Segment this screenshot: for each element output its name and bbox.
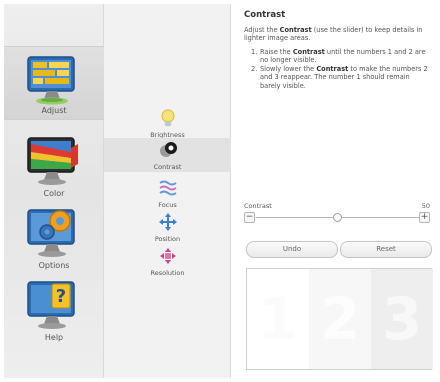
sub-label-contrast: Contrast: [153, 163, 182, 171]
sub-label-focus: Focus: [158, 201, 177, 209]
page-title: Contrast: [244, 10, 286, 20]
contrast-slider-thumb[interactable]: [333, 213, 342, 222]
nav-label-adjust: Adjust: [41, 106, 67, 115]
monitor-options-icon: [27, 209, 75, 257]
focus-icon: [159, 180, 177, 196]
step-2-number: 2.: [251, 64, 258, 73]
description-text: Adjust the: [244, 26, 280, 34]
pattern-cell-2: 2: [309, 269, 371, 369]
sub-item-position[interactable]: Position: [104, 210, 231, 244]
undo-button[interactable]: Undo: [246, 241, 338, 258]
pattern-cell-1: 1: [247, 269, 309, 369]
step-2-text: Slowly lower the: [260, 64, 317, 73]
contrast-icon: [160, 142, 177, 157]
sub-item-focus[interactable]: Focus: [104, 176, 231, 210]
brightness-icon: [161, 109, 175, 126]
position-icon: [159, 213, 177, 231]
step-1-bold: Contrast: [292, 48, 325, 56]
nav-item-options[interactable]: Options: [4, 200, 104, 274]
reset-button[interactable]: Reset: [340, 241, 432, 258]
pattern-digit-3: 3: [381, 285, 423, 353]
step-2-bold: Contrast: [316, 64, 349, 73]
contrast-test-pattern: 1 2 3: [246, 268, 433, 370]
slider-increase-button[interactable]: +: [419, 212, 430, 223]
nav-label-help: Help: [44, 333, 64, 342]
monitor-help-icon: ?: [27, 281, 75, 329]
slider-label: Contrast: [244, 202, 272, 210]
step-1-number: 1.: [251, 48, 258, 56]
pattern-digit-1: 1: [257, 285, 299, 353]
nav-item-color[interactable]: Color: [4, 128, 104, 202]
sub-item-nav: Brightness Contrast Focus Position Resol…: [104, 4, 231, 378]
nav-item-help[interactable]: ? Help: [4, 272, 104, 346]
resolution-icon: [160, 248, 176, 264]
nav-label-options: Options: [38, 261, 70, 270]
description-bold: Contrast: [279, 26, 312, 34]
svg-text:?: ?: [56, 286, 66, 307]
step-1-text: Raise the: [260, 48, 293, 56]
monitor-adjust-icon: [27, 56, 75, 105]
nav-item-adjust[interactable]: Adjust: [4, 46, 104, 120]
sub-label-resolution: Resolution: [150, 269, 185, 277]
step-1: 1. Raise the Contrast until the numbers 1…: [244, 48, 432, 65]
sub-label-position: Position: [154, 235, 181, 243]
nav-label-color: Color: [43, 189, 65, 198]
slider-decrease-button[interactable]: −: [244, 212, 255, 223]
sub-item-resolution[interactable]: Resolution: [104, 244, 231, 278]
instruction-steps: 1. Raise the Contrast until the numbers 1…: [244, 48, 432, 90]
main-category-nav: Adjust Color Options ? Help: [4, 4, 104, 378]
step-2: 2. Slowly lower the Contrast to make the …: [244, 65, 432, 90]
content-pane: Contrast Adjust the Contrast (use the sl…: [232, 4, 436, 378]
pattern-digit-2: 2: [319, 285, 361, 353]
slider-value: 50: [421, 202, 430, 210]
pattern-cell-3: 3: [371, 269, 433, 369]
sub-item-brightness[interactable]: Brightness: [104, 106, 231, 140]
description: Adjust the Contrast (use the slider) to …: [244, 26, 432, 43]
monitor-color-icon: [27, 137, 78, 185]
sub-item-contrast[interactable]: Contrast: [104, 138, 231, 172]
app-window: Adjust Color Options ? Help Brightness C…: [0, 0, 440, 382]
